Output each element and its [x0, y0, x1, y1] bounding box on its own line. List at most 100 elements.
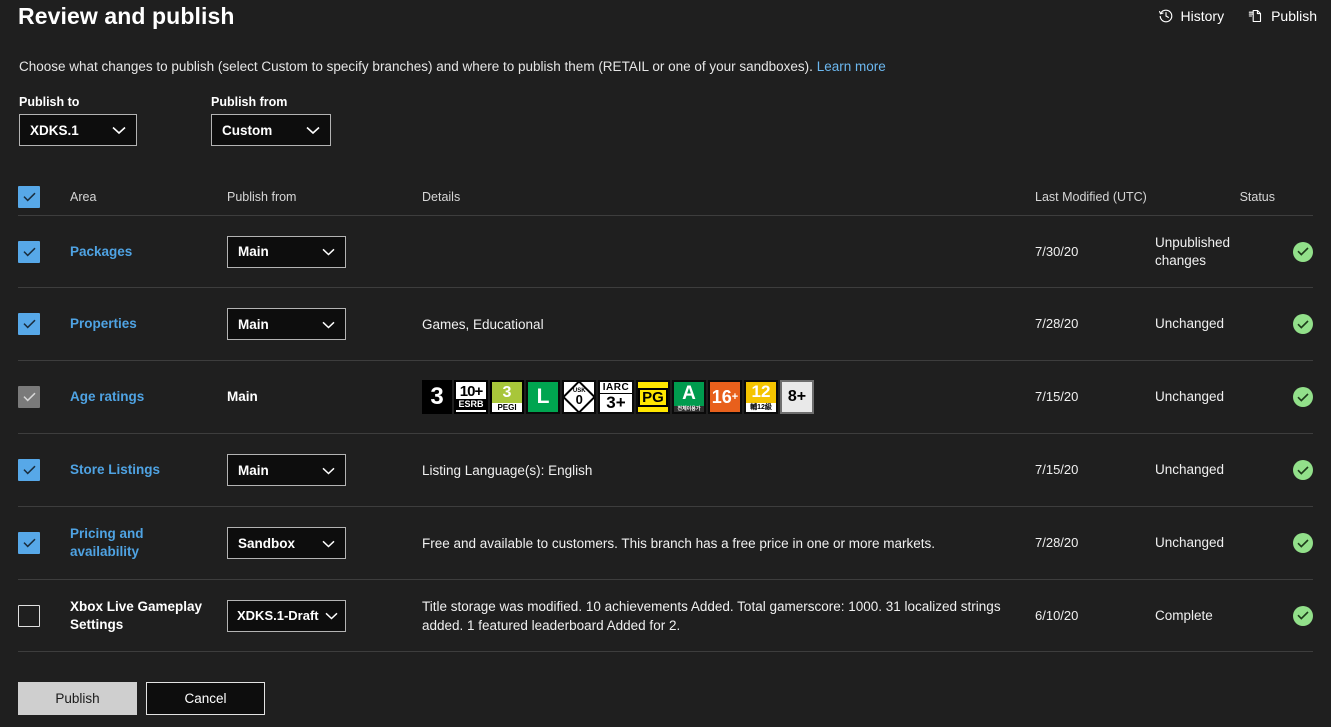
- badge-text: 10+: [459, 382, 483, 400]
- publish-to-group: Publish to XDKS.1: [19, 95, 137, 146]
- table-row: Pricing and availability Sandbox Free an…: [18, 507, 1313, 580]
- branch-select-packages[interactable]: Main: [227, 235, 346, 268]
- row-checkbox-xbox-live-gameplay-settings[interactable]: [18, 604, 40, 627]
- row-details: Free and available to customers. This br…: [422, 535, 935, 551]
- branch-select-store-listings[interactable]: Main: [227, 454, 346, 486]
- publish-submit-button[interactable]: Publish: [18, 682, 137, 715]
- branch-select-xbox-live-gameplay-settings[interactable]: XDKS.1-Draft: [227, 599, 346, 632]
- branch-value: Sandbox: [238, 535, 296, 551]
- rating-badge-classind-l: L: [526, 380, 560, 414]
- header-area: Area: [70, 189, 97, 204]
- branch-select-properties[interactable]: Main: [227, 308, 346, 340]
- row-details: Games, Educational: [422, 316, 544, 332]
- publish-to-select[interactable]: XDKS.1: [19, 114, 137, 146]
- history-icon: [1158, 8, 1174, 24]
- row-status: Unchanged: [1155, 316, 1225, 331]
- row-checkbox-cell: [18, 532, 70, 554]
- branch-value: Main: [238, 316, 269, 332]
- row-status: Complete: [1155, 607, 1213, 623]
- row-checkbox-cell: [18, 240, 70, 263]
- badge-text: 3: [430, 383, 444, 410]
- chevron-down-icon: [325, 608, 338, 623]
- publish-from-label: Publish from: [211, 95, 288, 109]
- badge-text: L: [536, 385, 550, 408]
- cancel-button[interactable]: Cancel: [146, 682, 265, 715]
- select-all-cell: [18, 185, 70, 208]
- history-button[interactable]: History: [1158, 8, 1225, 24]
- check-circle-icon: [1293, 241, 1313, 262]
- check-circle-icon: [1293, 533, 1313, 553]
- row-status: Unchanged: [1155, 462, 1225, 477]
- row-checkbox-store-listings[interactable]: [18, 459, 40, 481]
- area-link-packages[interactable]: Packages: [70, 244, 132, 259]
- publish-label: Publish: [1271, 8, 1317, 24]
- select-all-checkbox[interactable]: [18, 185, 40, 208]
- badge-text: PG: [638, 387, 668, 407]
- header-details: Details: [422, 189, 461, 204]
- table-row: Xbox Live Gameplay Settings XDKS.1-Draft…: [18, 580, 1313, 652]
- header-publish-from: Publish from: [227, 189, 297, 204]
- chevron-down-icon: [322, 536, 335, 551]
- rating-badge-russia-16plus: 16 +: [708, 380, 742, 414]
- area-link-pricing-and-availability[interactable]: Pricing and availability: [70, 525, 162, 561]
- check-circle-icon: [1293, 605, 1313, 626]
- publish-from-select[interactable]: Custom: [211, 114, 331, 146]
- header-status: Status: [1239, 189, 1275, 204]
- rating-badge-iarc-3plus: IARC 3+: [598, 380, 634, 414]
- branch-select-pricing-and-availability[interactable]: Sandbox: [227, 527, 346, 559]
- row-last-modified: 7/28/20: [1035, 535, 1079, 550]
- footer-actions: Publish Cancel: [18, 682, 265, 715]
- table-row: Packages Main 7/30/20 Unpublished change…: [18, 216, 1313, 288]
- row-status: Unchanged: [1155, 535, 1225, 550]
- publish-from-value: Custom: [222, 122, 273, 138]
- subtitle: Choose what changes to publish (select C…: [19, 59, 886, 74]
- history-label: History: [1180, 8, 1225, 24]
- row-status: Unpublished changes: [1155, 234, 1231, 268]
- badge-text: 3: [492, 382, 522, 403]
- table-row: Properties Main Games, Educational 7/28/…: [18, 288, 1313, 361]
- table-header-row: Area Publish from Details Last Modified …: [18, 178, 1313, 216]
- branch-value: XDKS.1-Draft: [237, 608, 319, 623]
- check-circle-icon: [1293, 387, 1313, 407]
- badge-subtext: 輔12級: [746, 403, 776, 412]
- row-last-modified: 7/15/20: [1035, 462, 1079, 477]
- row-last-modified: 7/28/20: [1035, 316, 1079, 331]
- rating-badge-gsrr-12: 12 輔12級: [744, 380, 778, 414]
- age-rating-badges: 3 10+ ESRB 3 PEGI L USK 0 IARC 3+ PG A 전…: [422, 380, 1019, 414]
- top-actions: History Publish: [1158, 8, 1317, 24]
- badge-subtext: 0: [575, 391, 583, 407]
- publish-to-label: Publish to: [19, 95, 80, 109]
- row-status: Unchanged: [1155, 389, 1225, 404]
- chevron-down-icon: [322, 244, 335, 259]
- badge-subtext: 전체이용가: [674, 405, 704, 412]
- row-checkbox-properties[interactable]: [18, 313, 40, 335]
- row-checkbox-pricing-and-availability[interactable]: [18, 532, 40, 554]
- branch-value: Main: [238, 244, 269, 259]
- row-checkbox-cell: [18, 459, 70, 481]
- chevron-down-icon: [322, 317, 335, 332]
- rating-badge-grac-all: A 전체이용가: [672, 380, 706, 414]
- row-checkbox-cell: [18, 386, 70, 408]
- publish-page-icon: [1248, 8, 1264, 24]
- rating-badge-usk-0: USK 0: [562, 380, 596, 414]
- row-checkbox-packages[interactable]: [18, 240, 40, 263]
- row-checkbox-cell: [18, 604, 70, 627]
- row-last-modified: 6/10/20: [1035, 607, 1079, 623]
- check-circle-icon: [1293, 314, 1313, 334]
- learn-more-link[interactable]: Learn more: [817, 59, 886, 74]
- check-circle-icon: [1293, 460, 1313, 480]
- area-link-age-ratings[interactable]: Age ratings: [70, 389, 144, 404]
- area-link-properties[interactable]: Properties: [70, 316, 137, 331]
- review-and-publish-page: Review and publish History Publish Choos…: [0, 0, 1331, 727]
- area-link-store-listings[interactable]: Store Listings: [70, 462, 160, 477]
- rating-badge-generic-3: 3: [422, 380, 452, 414]
- publish-button-top[interactable]: Publish: [1248, 8, 1317, 24]
- row-checkbox-cell: [18, 313, 70, 335]
- badge-subtext: PEGI: [492, 402, 522, 412]
- row-last-modified: 7/30/20: [1035, 243, 1079, 259]
- table-row: Store Listings Main Listing Language(s):…: [18, 434, 1313, 507]
- table-row: Age ratings Main 3 10+ ESRB 3 PEGI L USK…: [18, 361, 1313, 434]
- rating-badge-esrb-everyone-10: 10+ ESRB: [454, 380, 488, 414]
- rating-badge-generic-8plus: 8+: [780, 380, 814, 414]
- publish-areas-table: Area Publish from Details Last Modified …: [18, 178, 1313, 652]
